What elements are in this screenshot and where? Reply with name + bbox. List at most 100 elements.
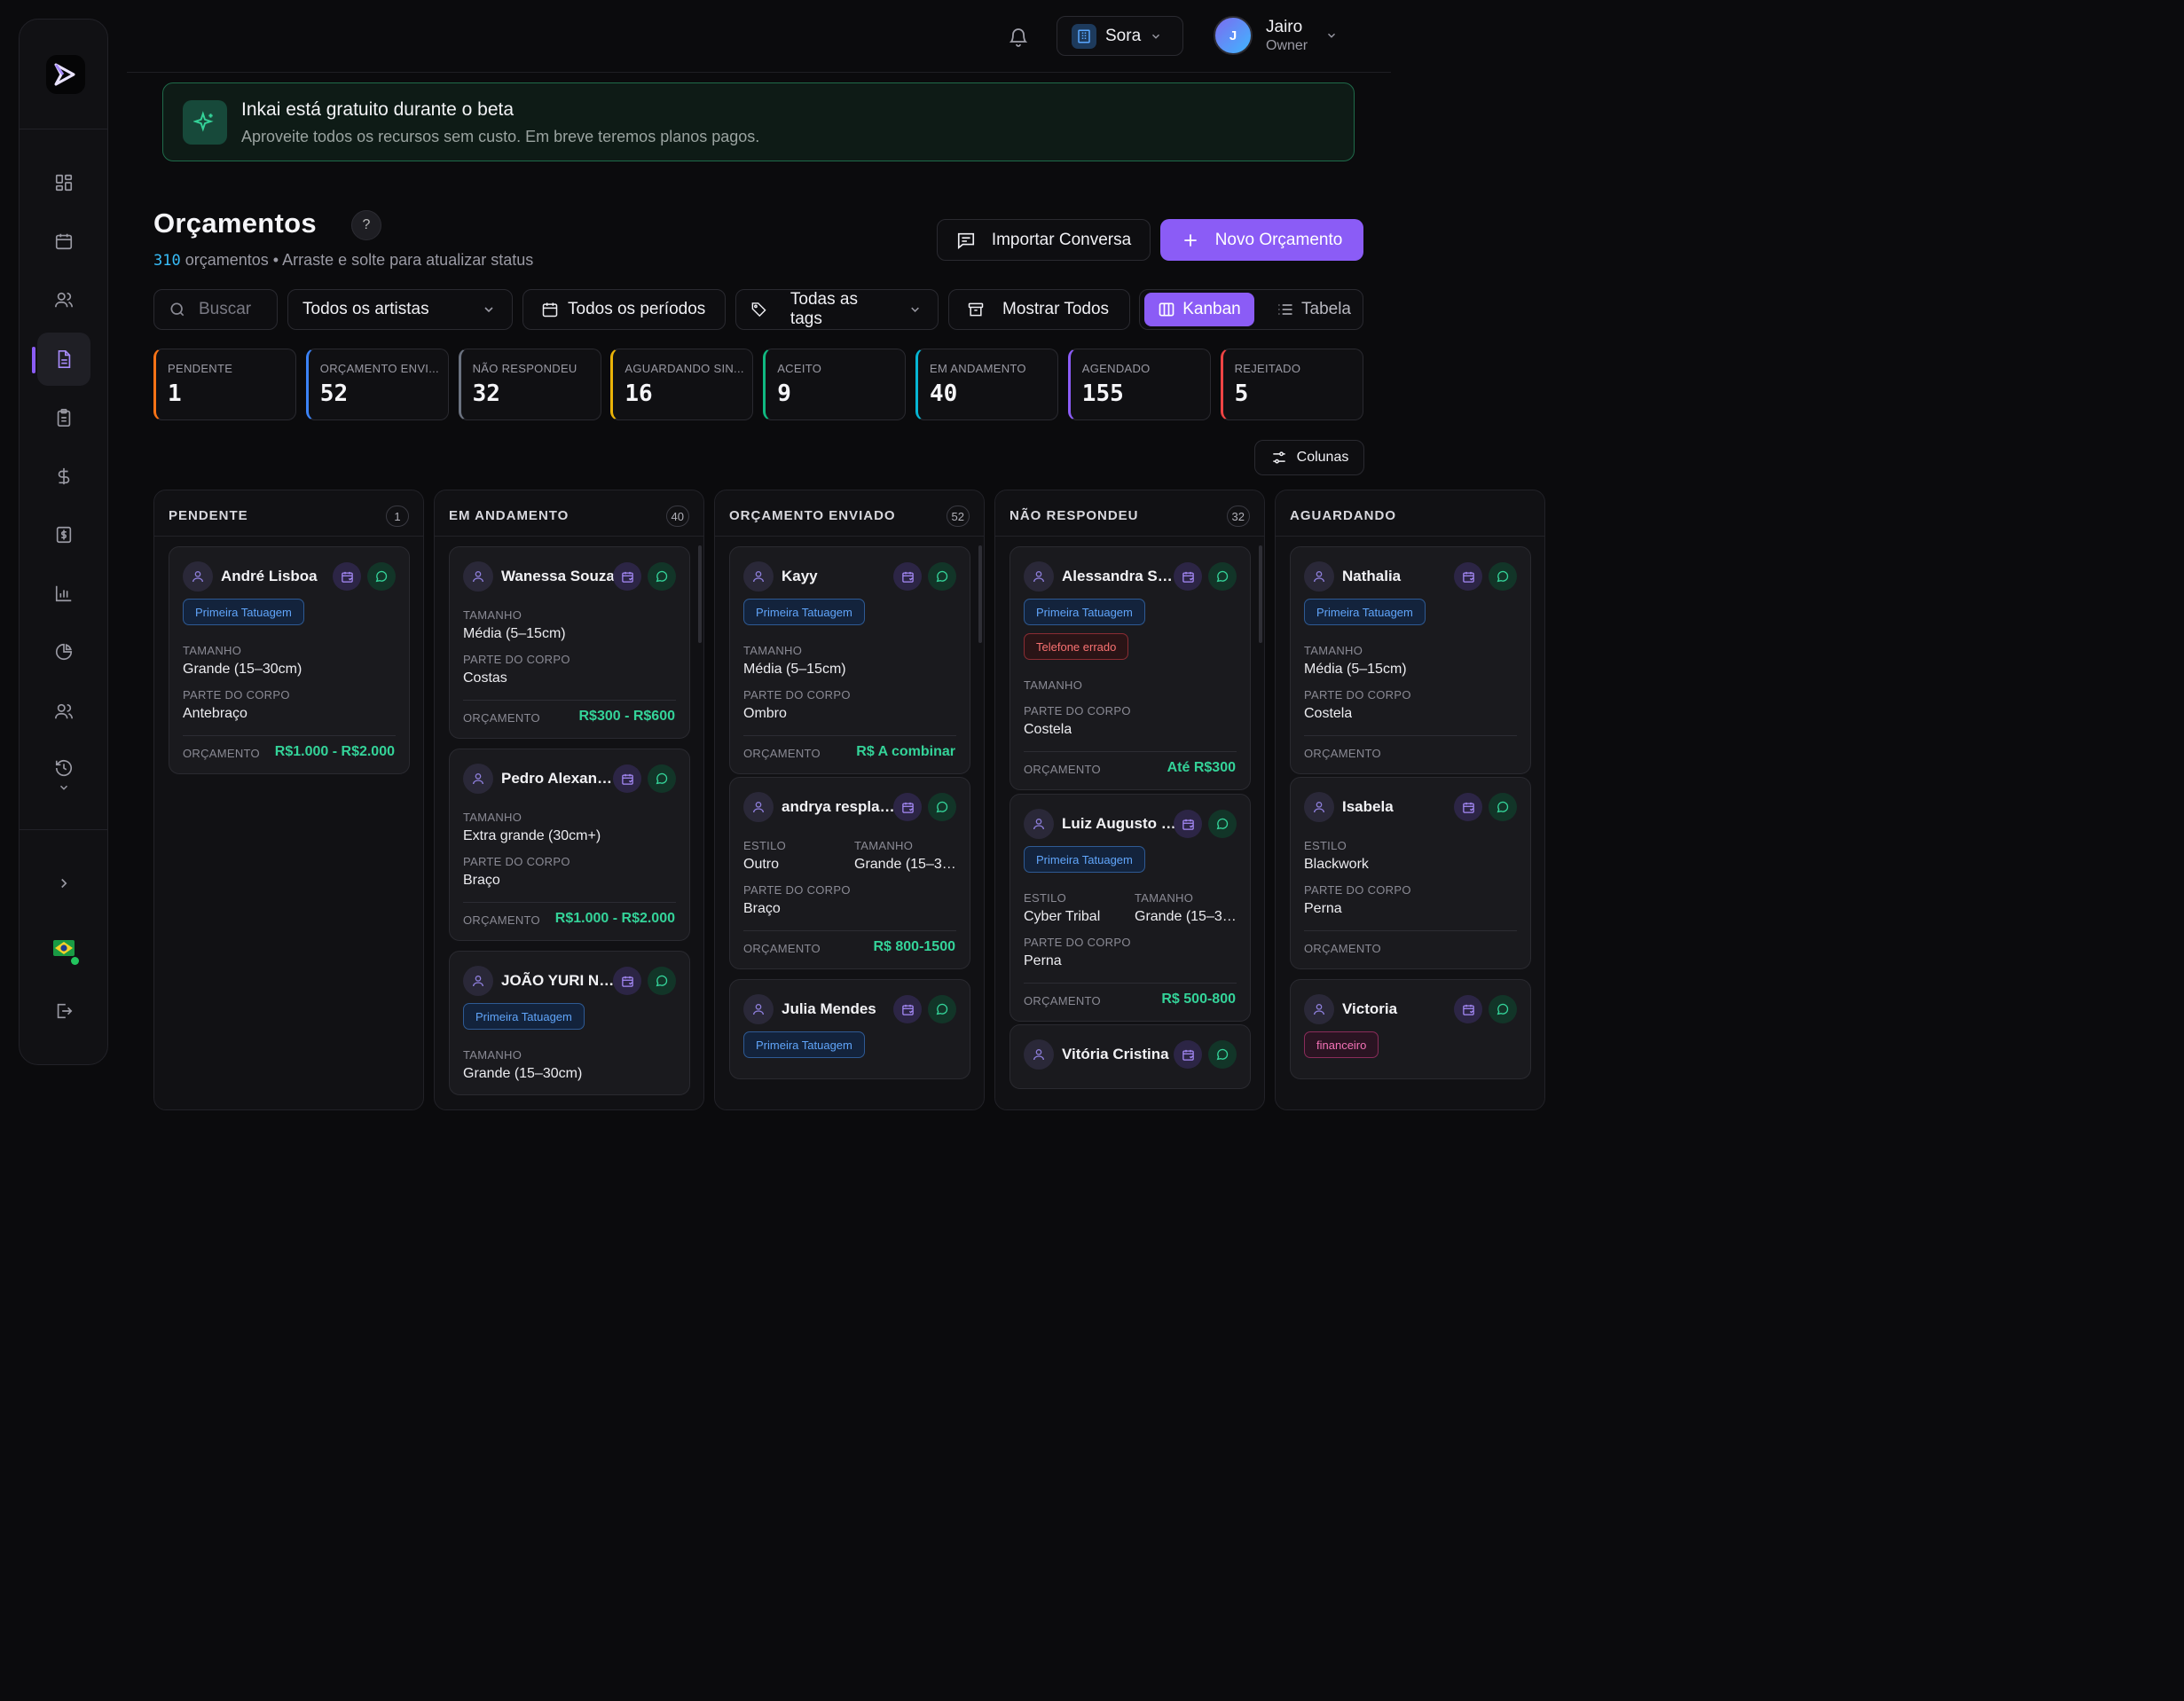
stat-card[interactable]: ORÇAMENTO ENVI... 52 <box>305 349 449 420</box>
client-name[interactable]: Luiz Augusto Silva <box>1062 815 1177 833</box>
stat-card[interactable]: NÃO RESPONDEU 32 <box>458 349 601 420</box>
search-input[interactable]: Buscar <box>153 289 278 330</box>
nav-team[interactable] <box>37 685 90 738</box>
tags-filter[interactable]: Todas as tags <box>735 289 939 330</box>
column-scrollbar[interactable] <box>698 545 702 643</box>
whatsapp-icon[interactable] <box>1489 995 1517 1023</box>
field-label: ORÇAMENTO <box>1024 763 1101 776</box>
logout-button[interactable] <box>37 984 90 1038</box>
table-view-button[interactable]: Tabela <box>1269 293 1358 326</box>
stat-card[interactable]: AGENDADO 155 <box>1067 349 1211 420</box>
whatsapp-icon[interactable] <box>928 995 956 1023</box>
stat-card[interactable]: ACEITO 9 <box>763 349 907 420</box>
new-quote-button[interactable]: Novo Orçamento <box>1160 219 1363 261</box>
card-divider <box>1304 930 1517 931</box>
whatsapp-icon[interactable] <box>1489 793 1517 821</box>
help-icon[interactable]: ? <box>351 210 381 240</box>
whatsapp-icon[interactable] <box>1208 562 1237 591</box>
client-name[interactable]: Kayy <box>782 568 897 585</box>
schedule-icon[interactable] <box>893 562 922 591</box>
client-name[interactable]: Pedro Alexandre <box>501 770 617 788</box>
artists-filter[interactable]: Todos os artistas <box>287 289 513 330</box>
quote-card[interactable]: Kayy Primeira Tatuagem TAMANHO Média (5–15c… <box>729 546 970 774</box>
nav-calendar[interactable] <box>37 215 90 268</box>
whatsapp-icon[interactable] <box>648 562 676 591</box>
schedule-icon[interactable] <box>1454 793 1482 821</box>
new-quote-label: Novo Orçamento <box>1214 230 1343 249</box>
nav-dashboard[interactable] <box>37 156 90 209</box>
quote-card[interactable]: André Lisboa Primeira Tatuagem TAMANHO Gran… <box>169 546 410 774</box>
column-scrollbar[interactable] <box>978 545 982 643</box>
stat-value: 16 <box>625 380 653 407</box>
column-scrollbar[interactable] <box>1259 545 1262 643</box>
quote-card[interactable]: Vitória Cristina <box>1010 1024 1251 1089</box>
whatsapp-icon[interactable] <box>928 562 956 591</box>
client-name[interactable]: Isabela <box>1342 798 1457 816</box>
whatsapp-icon[interactable] <box>1489 562 1517 591</box>
quote-card[interactable]: Wanessa Souza TAMANHO Média (5–15cm) PARTE … <box>449 546 690 739</box>
whatsapp-icon[interactable] <box>1208 810 1237 838</box>
schedule-icon[interactable] <box>1174 1040 1202 1069</box>
whatsapp-icon[interactable] <box>648 967 676 995</box>
nav-clients[interactable] <box>37 273 90 326</box>
client-name[interactable]: André Lisboa <box>221 568 336 585</box>
whatsapp-icon[interactable] <box>928 793 956 821</box>
client-name[interactable]: Vitória Cristina <box>1062 1046 1177 1063</box>
show-all-button[interactable]: Mostrar Todos <box>948 289 1130 330</box>
schedule-icon[interactable] <box>1454 562 1482 591</box>
quote-card[interactable]: Julia Mendes Primeira Tatuagem <box>729 979 970 1079</box>
schedule-icon[interactable] <box>1454 995 1482 1023</box>
user-name[interactable]: Jairo <box>1266 18 1302 37</box>
stat-card[interactable]: REJEITADO 5 <box>1220 349 1363 420</box>
whatsapp-icon[interactable] <box>1208 1040 1237 1069</box>
chevron-down-icon[interactable] <box>1325 29 1338 42</box>
nav-finance[interactable] <box>37 450 90 503</box>
nav-reports[interactable] <box>37 567 90 620</box>
schedule-icon[interactable] <box>1174 810 1202 838</box>
client-name[interactable]: andrya respland <box>782 798 897 816</box>
client-name[interactable]: Alessandra Souza <box>1062 568 1177 585</box>
page-subtitle: 310 orçamentos • Arraste e solte para at… <box>153 251 533 270</box>
stat-card[interactable]: AGUARDANDO SIN... 16 <box>610 349 754 420</box>
quote-card[interactable]: Pedro Alexandre TAMANHO Extra grande (30cm… <box>449 749 690 941</box>
nav-quotes[interactable] <box>37 333 90 386</box>
expand-sidebar-button[interactable] <box>37 857 90 910</box>
quote-card[interactable]: Isabela ESTILO Blackwork PARTE DO CORPO Pern… <box>1290 777 1531 969</box>
app-logo[interactable] <box>46 55 85 94</box>
studio-selector[interactable]: Sora <box>1057 16 1183 56</box>
periods-filter[interactable]: Todos os períodos <box>522 289 726 330</box>
quote-card[interactable]: Luiz Augusto Silva Primeira Tatuagem ESTIL… <box>1010 794 1251 1022</box>
client-name[interactable]: JOÃO YURI NASCIMENTO <box>501 972 617 990</box>
quote-card[interactable]: Alessandra Souza Primeira Tatuagem Telefon… <box>1010 546 1251 790</box>
tag-badge: Primeira Tatuagem <box>463 1003 585 1030</box>
nav-history[interactable] <box>37 745 90 807</box>
quote-card[interactable]: Nathalia Primeira Tatuagem TAMANHO Média (5… <box>1290 546 1531 774</box>
whatsapp-icon[interactable] <box>648 764 676 793</box>
quote-card[interactable]: JOÃO YURI NASCIMENTO Primeira Tatuagem TAM… <box>449 951 690 1095</box>
user-avatar[interactable]: J <box>1214 16 1253 55</box>
schedule-icon[interactable] <box>893 995 922 1023</box>
client-name[interactable]: Wanessa Souza <box>501 568 617 585</box>
whatsapp-icon[interactable] <box>367 562 396 591</box>
kanban-view-button[interactable]: Kanban <box>1144 293 1254 326</box>
schedule-icon[interactable] <box>613 967 641 995</box>
client-name[interactable]: Julia Mendes <box>782 1000 897 1018</box>
quote-card[interactable]: Victoria financeiro <box>1290 979 1531 1079</box>
columns-button[interactable]: Colunas <box>1254 440 1364 475</box>
schedule-icon[interactable] <box>1174 562 1202 591</box>
stat-card[interactable]: EM ANDAMENTO 40 <box>915 349 1058 420</box>
nav-clipboard[interactable] <box>37 391 90 444</box>
client-name[interactable]: Victoria <box>1342 1000 1457 1018</box>
nav-analytics[interactable] <box>37 625 90 678</box>
stat-card[interactable]: PENDENTE 1 <box>153 349 296 420</box>
nav-invoices[interactable] <box>37 508 90 561</box>
schedule-icon[interactable] <box>893 793 922 821</box>
schedule-icon[interactable] <box>613 562 641 591</box>
schedule-icon[interactable] <box>613 764 641 793</box>
notifications-button[interactable] <box>1008 27 1029 48</box>
import-conversation-button[interactable]: Importar Conversa <box>937 219 1151 261</box>
quote-card[interactable]: andrya respland ESTILO Outro TAMANHO Grande … <box>729 777 970 969</box>
schedule-icon[interactable] <box>333 562 361 591</box>
language-selector[interactable] <box>37 921 90 975</box>
client-name[interactable]: Nathalia <box>1342 568 1457 585</box>
